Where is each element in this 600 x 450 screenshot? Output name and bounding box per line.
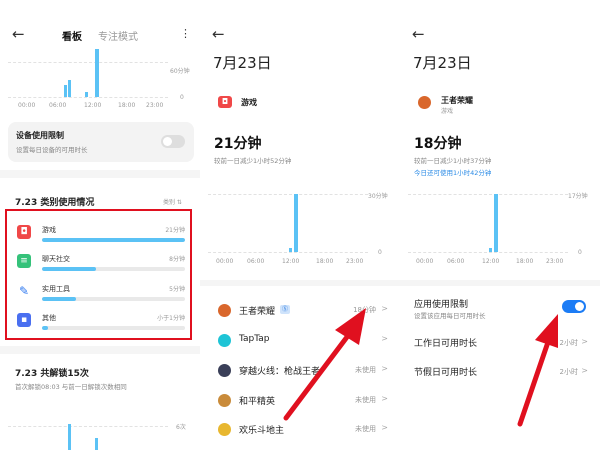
unlock-bar bbox=[68, 424, 71, 450]
y-axis-max-label: 60分钟 bbox=[170, 68, 190, 75]
category-name: 实用工具 bbox=[42, 285, 70, 293]
category-usage-fill bbox=[42, 238, 185, 242]
category-time: 小于1分钟 bbox=[157, 315, 185, 322]
gamepad-icon: ◘ bbox=[17, 225, 31, 239]
x-tick-label: 12:00 bbox=[84, 102, 102, 109]
usage-bar bbox=[68, 80, 71, 97]
category-usage-fill bbox=[42, 297, 77, 301]
box-icon: ▪ bbox=[17, 313, 31, 327]
unlock-section-subtitle: 首次解锁08:03 与前一日解锁次数相同 bbox=[15, 383, 127, 391]
category-section-title: 7.23 类别使用情况 bbox=[15, 198, 95, 208]
category-name: 聊天社交 bbox=[42, 255, 70, 263]
x-tick-label: 18:00 bbox=[118, 102, 136, 109]
usage-bar bbox=[85, 92, 88, 97]
usage-bar bbox=[64, 85, 67, 97]
device-limit-toggle[interactable] bbox=[161, 135, 185, 148]
unlock-section-title: 7.23 共解锁15次 bbox=[15, 369, 89, 379]
usage-bar bbox=[95, 49, 99, 97]
category-sort-toggle[interactable]: 类别 ⇅ bbox=[163, 197, 182, 206]
category-time: 21分钟 bbox=[165, 227, 185, 234]
y-axis-min-label: 0 bbox=[180, 94, 184, 101]
chat-icon: ≡ bbox=[17, 254, 31, 268]
wrench-icon: ✎ bbox=[18, 284, 30, 298]
category-time: 5分钟 bbox=[169, 286, 185, 293]
category-usage-fill bbox=[42, 326, 48, 330]
unlock-bar bbox=[95, 438, 98, 450]
app-detail-panel: ← 7月23日 王者荣耀 游戏 18分钟 较前一日减少1小时37分钟 今日还可使… bbox=[400, 0, 600, 450]
section-divider bbox=[0, 346, 200, 354]
annotation-arrow-icon bbox=[283, 308, 366, 421]
category-usage-fill bbox=[42, 267, 97, 271]
category-name: 游戏 bbox=[42, 226, 56, 234]
category-detail-panel: ← 7月23日 ◘ 游戏 21分钟 较前一日减少1小时52分钟 30分钟 0 0… bbox=[200, 0, 400, 450]
category-name: 其他 bbox=[42, 314, 56, 322]
back-arrow-icon[interactable]: ← bbox=[12, 25, 30, 43]
dashboard-panel: ← 看板 专注模式 ⋮ 60分钟 0 00:00 06:00 12:00 18:… bbox=[0, 0, 200, 450]
device-limit-title: 设备使用限制 bbox=[16, 131, 64, 140]
x-tick-label: 06:00 bbox=[49, 102, 67, 109]
category-row-other[interactable]: ▪ 其他 小于1分钟 bbox=[15, 307, 187, 341]
annotation-arrow-icon bbox=[517, 314, 558, 427]
device-limit-subtitle: 设置每日设备的可用时长 bbox=[16, 146, 88, 154]
category-row-social[interactable]: ≡ 聊天社交 8分钟 bbox=[15, 248, 187, 282]
tab-focus-mode[interactable]: 专注模式 bbox=[98, 28, 138, 43]
x-tick-label: 00:00 bbox=[18, 102, 36, 109]
more-vertical-icon[interactable]: ⋮ bbox=[180, 27, 191, 40]
unlock-y-label: 6次 bbox=[176, 424, 186, 431]
category-time: 8分钟 bbox=[169, 256, 185, 263]
device-limit-card[interactable]: 设备使用限制 设置每日设备的可用时长 bbox=[8, 122, 194, 162]
tab-dashboard[interactable]: 看板 bbox=[62, 28, 82, 43]
x-tick-label: 23:00 bbox=[146, 102, 164, 109]
section-divider bbox=[0, 170, 200, 178]
